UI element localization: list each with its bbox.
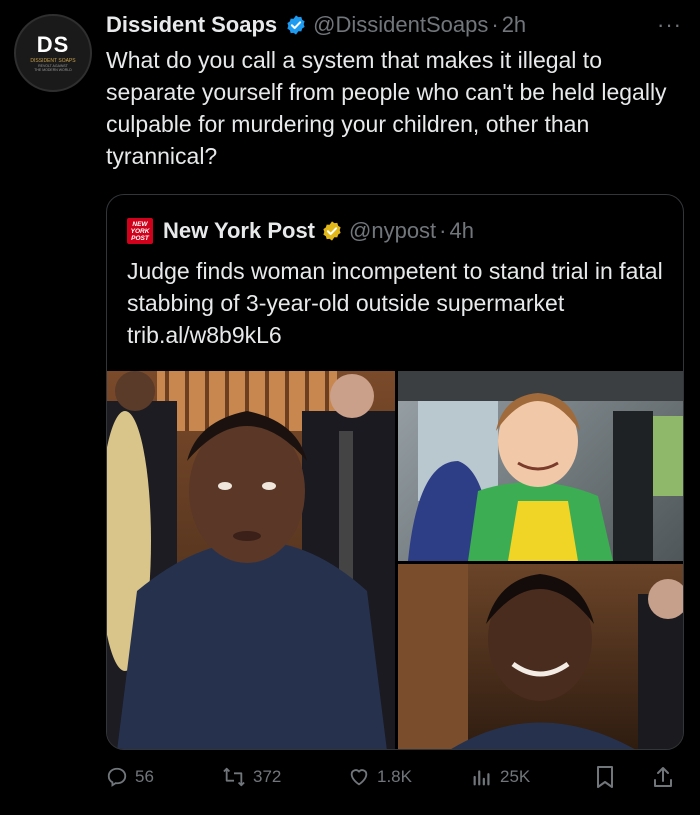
like-button[interactable]: 1.8K (348, 766, 412, 788)
quoted-timestamp[interactable]: 4h (450, 218, 474, 244)
avatar[interactable]: DS DISSIDENT SOAPS REVOLT AGAINST THE MO… (14, 14, 92, 92)
photo-child[interactable] (398, 371, 683, 561)
more-options-icon[interactable]: ··· (657, 12, 682, 38)
photo-courtroom[interactable] (107, 371, 395, 749)
action-bar: 56 372 1.8K 25K (106, 760, 682, 794)
logo-word-1: NEW (132, 220, 148, 228)
bookmark-icon (594, 765, 616, 789)
quoted-tweet[interactable]: NEW YORK POST New York Post @nypost · 4h… (106, 194, 684, 750)
analytics-icon (471, 766, 493, 788)
reply-button[interactable]: 56 (106, 766, 154, 788)
timestamp[interactable]: 2h (502, 12, 526, 38)
verified-badge-icon (285, 14, 307, 36)
separator: · (491, 12, 499, 37)
bookmark-button[interactable] (594, 765, 616, 789)
gold-verified-badge-icon (321, 220, 343, 242)
avatar-initials: DS (36, 32, 70, 57)
share-icon (652, 765, 674, 789)
tweet-header: Dissident Soaps @DissidentSoaps · 2h ··· (106, 8, 682, 42)
display-name[interactable]: Dissident Soaps (106, 12, 277, 38)
retweet-button[interactable]: 372 (222, 766, 281, 788)
quoted-tweet-header: NEW YORK POST New York Post @nypost · 4h (127, 215, 669, 247)
tweet-text: What do you call a system that makes it … (106, 47, 667, 169)
share-button[interactable] (652, 765, 674, 789)
logo-word-2: YORK (130, 227, 150, 235)
retweet-count: 372 (253, 767, 282, 786)
reply-icon (106, 766, 128, 788)
heart-icon (348, 766, 370, 788)
like-count: 1.8K (377, 767, 412, 786)
handle[interactable]: @DissidentSoaps (313, 12, 488, 38)
retweet-icon (222, 766, 246, 788)
views-count: 25K (500, 767, 531, 786)
avatar-line3: THE MODERN WORLD (34, 68, 72, 72)
media-grid (107, 371, 683, 749)
logo-word-3: POST (131, 234, 149, 242)
nypost-logo[interactable]: NEW YORK POST (127, 218, 153, 244)
quoted-tweet-text: Judge finds woman incompetent to stand t… (127, 258, 663, 348)
quoted-separator: · (439, 218, 447, 243)
views-button[interactable]: 25K (471, 766, 530, 788)
quoted-display-name[interactable]: New York Post (163, 218, 315, 244)
photo-smiling[interactable] (398, 564, 683, 749)
quoted-handle[interactable]: @nypost (349, 218, 436, 244)
reply-count: 56 (135, 767, 154, 786)
